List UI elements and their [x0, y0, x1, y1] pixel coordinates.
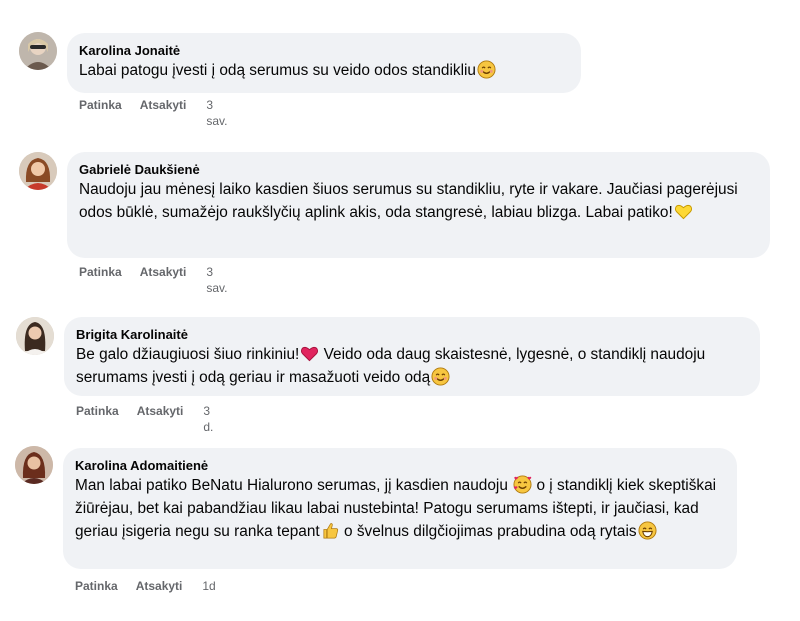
- smiling-face-icon: [431, 366, 450, 386]
- comment-actions: Patinka Atsakyti 3 sav.: [79, 264, 228, 296]
- comment-actions: Patinka Atsakyti 3 d.: [76, 403, 213, 435]
- comment-time[interactable]: 3 d.: [203, 403, 213, 435]
- comment-bubble: Gabrielė Daukšienė Naudoju jau mėnesį la…: [67, 152, 770, 258]
- like-link[interactable]: Patinka: [79, 264, 122, 296]
- comment-time[interactable]: 3 sav.: [206, 97, 227, 129]
- reply-link[interactable]: Atsakyti: [140, 264, 187, 296]
- comment-bubble: Karolina Adomaitienė Man labai patiko Be…: [63, 448, 737, 569]
- comment-author[interactable]: Brigita Karolinaitė: [76, 326, 748, 343]
- reply-link[interactable]: Atsakyti: [137, 403, 184, 435]
- like-link[interactable]: Patinka: [76, 403, 119, 435]
- reply-link[interactable]: Atsakyti: [136, 578, 183, 594]
- comment-time[interactable]: 3 sav.: [206, 264, 227, 296]
- reply-link[interactable]: Atsakyti: [140, 97, 187, 129]
- red-heart-icon: [300, 344, 319, 363]
- comment-text: Naudoju jau mėnesį laiko kasdien šiuos s…: [79, 181, 738, 221]
- avatar[interactable]: [19, 32, 57, 70]
- comment-text: Be galo džiaugiuosi šiuo rinkiniu! Veido…: [76, 344, 706, 386]
- comment-author[interactable]: Gabrielė Daukšienė: [79, 161, 758, 178]
- smiling-face-icon: [477, 60, 496, 79]
- grinning-face-icon: [638, 521, 657, 540]
- smiling-face-with-hearts-icon: [513, 475, 532, 494]
- comment-actions: Patinka Atsakyti 1d: [75, 578, 216, 594]
- comment-bubble: Karolina Jonaitė Labai patogu įvesti į o…: [67, 33, 581, 93]
- comment-actions: Patinka Atsakyti 3 sav.: [79, 97, 228, 129]
- avatar[interactable]: [16, 317, 54, 355]
- comment-author[interactable]: Karolina Jonaitė: [79, 42, 569, 59]
- comment-text: Man labai patiko BeNatu Hialurono seruma…: [75, 475, 717, 540]
- thumbs-up-icon: [321, 521, 340, 540]
- comment-time[interactable]: 1d: [202, 578, 215, 594]
- avatar[interactable]: [15, 446, 53, 484]
- like-link[interactable]: Patinka: [79, 97, 122, 129]
- comment-author[interactable]: Karolina Adomaitienė: [75, 457, 725, 474]
- avatar[interactable]: [19, 152, 57, 190]
- comment-bubble: Brigita Karolinaitė Be galo džiaugiuosi …: [64, 317, 760, 396]
- yellow-heart-icon: [674, 202, 693, 221]
- comment-text: Labai patogu įvesti į odą serumus su vei…: [79, 60, 569, 83]
- like-link[interactable]: Patinka: [75, 578, 118, 594]
